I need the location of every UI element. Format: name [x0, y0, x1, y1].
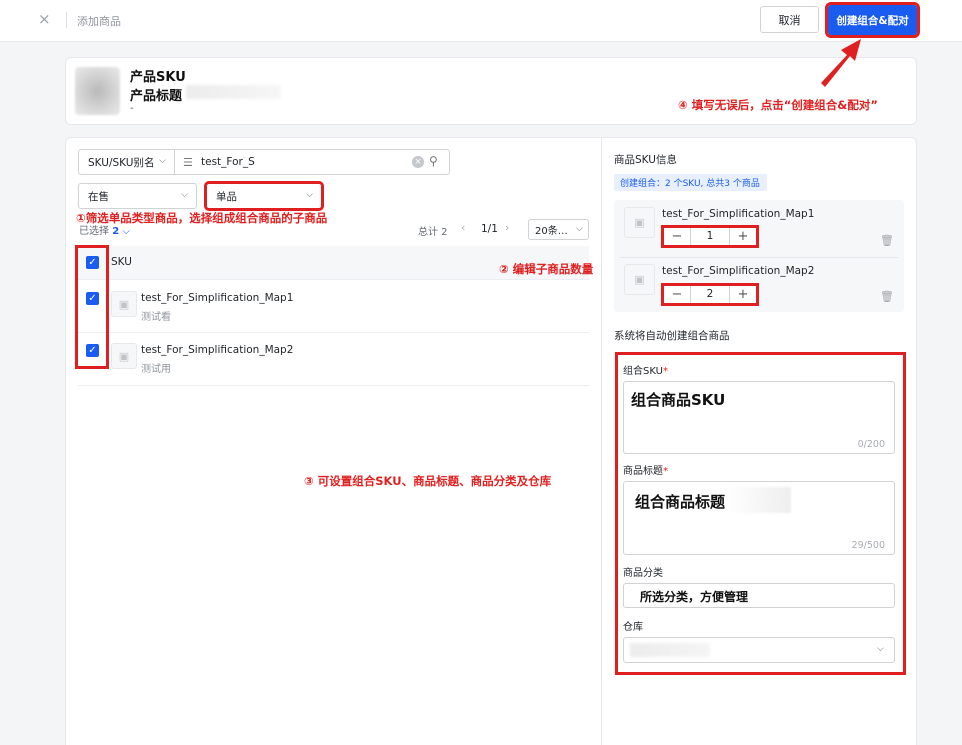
- product-card: 产品SKU 产品标题 -: [65, 57, 917, 125]
- blurred-title: [186, 85, 281, 99]
- plus-icon[interactable]: +: [730, 287, 756, 302]
- auto-create-title: 系统将自动创建组合商品: [614, 330, 730, 342]
- sku-info-title: 商品SKU信息: [614, 154, 677, 166]
- sku-item-name: test_For_Simplification_Map1: [662, 208, 815, 220]
- image-placeholder-icon: ▣: [624, 207, 655, 238]
- product-title: 产品标题: [130, 89, 183, 104]
- item-subtitle: 测试用: [141, 364, 171, 375]
- annotation-step4: ④ 填写无误后，点击“创建组合&配对”: [678, 98, 878, 112]
- product-meta: -: [130, 103, 134, 114]
- annotation-arrow-icon: [821, 39, 861, 87]
- trash-icon[interactable]: 🗑: [880, 234, 894, 247]
- divider: [620, 257, 898, 258]
- combo-form-highlight-frame: [615, 352, 906, 675]
- chevron-down-icon: ⌵: [576, 224, 583, 234]
- item-subtitle: 测试看: [141, 312, 171, 323]
- quantity-value[interactable]: 1: [690, 228, 730, 245]
- type-value: 单品: [216, 190, 237, 203]
- annotation-step2: ② 编辑子商品数量: [499, 262, 594, 276]
- column-header-sku: SKU: [111, 256, 132, 268]
- item-name: test_For_Simplification_Map1: [141, 292, 294, 304]
- checkbox-highlight-frame: [75, 245, 109, 369]
- divider: [66, 12, 67, 28]
- page-title: 添加商品: [77, 15, 121, 28]
- page-size-select[interactable]: 20条… ⌵: [528, 219, 589, 240]
- divider: [601, 138, 602, 745]
- selected-label: 已选择: [79, 226, 109, 237]
- create-combo-pair-button[interactable]: 创建组合&配对: [825, 2, 920, 38]
- minus-icon[interactable]: −: [664, 229, 690, 244]
- image-placeholder-icon: ▣: [624, 264, 655, 295]
- annotation-step3: ③ 可设置组合SKU、商品标题、商品分类及仓库: [304, 474, 552, 488]
- list-icon: ☰: [183, 156, 193, 169]
- quantity-stepper[interactable]: − 2 +: [661, 283, 759, 306]
- image-placeholder-icon: ▣: [111, 291, 137, 317]
- clear-icon[interactable]: ×: [412, 156, 424, 168]
- page-size-value: 20条…: [535, 226, 568, 237]
- trash-icon[interactable]: 🗑: [880, 290, 894, 303]
- search-value: test_For_S: [201, 156, 255, 168]
- row-divider: [78, 385, 589, 386]
- search-icon[interactable]: ⚲: [429, 154, 438, 168]
- product-image: [75, 67, 120, 115]
- image-placeholder-icon: ▣: [111, 343, 137, 369]
- search-field-select[interactable]: SKU/SKU别名 ⌵: [78, 149, 175, 175]
- chevron-down-icon: ⌵: [306, 190, 313, 200]
- product-sku: 产品SKU: [130, 70, 186, 85]
- type-select[interactable]: 单品 ⌵: [204, 181, 324, 211]
- chevron-down-icon: ⌵: [181, 190, 188, 200]
- close-icon[interactable]: ×: [38, 10, 51, 28]
- quantity-stepper[interactable]: − 1 +: [661, 225, 759, 248]
- selected-count: 已选择 2 ⌵: [79, 222, 130, 237]
- search-input[interactable]: ☰ test_For_S × ⚲: [174, 149, 450, 175]
- status-select[interactable]: 在售 ⌵: [78, 183, 197, 209]
- status-value: 在售: [88, 190, 109, 203]
- plus-icon[interactable]: +: [730, 229, 756, 244]
- next-page-icon[interactable]: ›: [505, 221, 509, 234]
- row-divider: [78, 332, 589, 333]
- page-indicator: 1/1: [481, 223, 498, 235]
- quantity-value[interactable]: 2: [690, 286, 730, 303]
- total-count: 总计 2: [418, 227, 448, 238]
- prev-page-icon[interactable]: ‹: [461, 221, 465, 234]
- minus-icon[interactable]: −: [664, 287, 690, 302]
- search-field-value: SKU/SKU别名: [88, 156, 155, 169]
- cancel-button[interactable]: 取消: [760, 6, 819, 33]
- item-name: test_For_Simplification_Map2: [141, 344, 294, 356]
- selected-number: 2: [112, 226, 120, 237]
- combo-summary-badge: 创建组合：2 个SKU, 总共3 个商品: [614, 174, 767, 191]
- chevron-down-icon[interactable]: ⌵: [122, 226, 130, 237]
- chevron-down-icon: ⌵: [159, 156, 166, 166]
- sku-item-name: test_For_Simplification_Map2: [662, 265, 815, 277]
